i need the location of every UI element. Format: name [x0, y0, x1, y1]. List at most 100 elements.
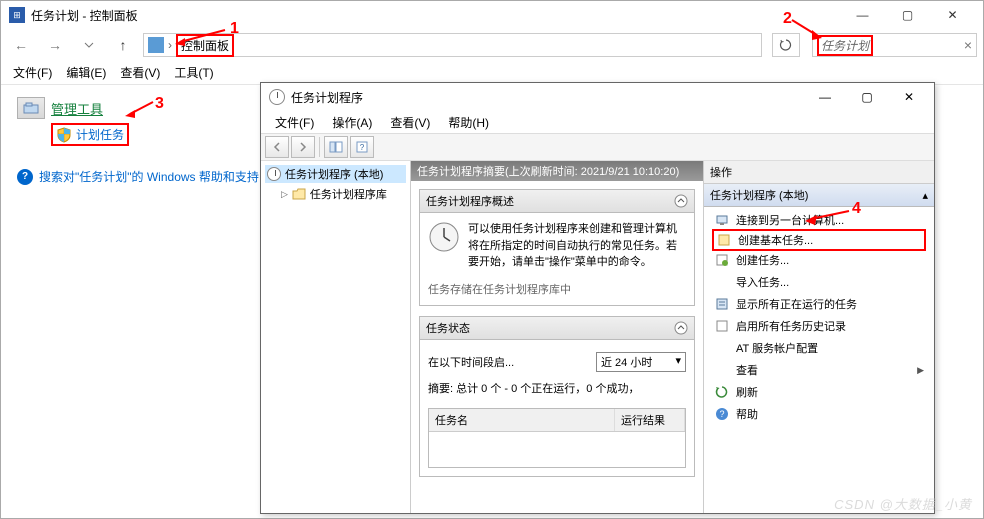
task-col-name[interactable]: 任务名: [429, 409, 615, 431]
annotation-arrow-2: [790, 18, 825, 40]
list-icon: [714, 296, 730, 312]
admin-tools-link[interactable]: 管理工具: [51, 99, 103, 118]
ts-menu-file[interactable]: 文件(F): [267, 112, 322, 133]
nav-forward-button[interactable]: →: [41, 31, 69, 59]
admin-tools-icon: [17, 97, 45, 119]
menu-file[interactable]: 文件(F): [7, 62, 58, 83]
help-icon: ?: [17, 169, 33, 185]
search-box[interactable]: 任务计划 ×: [812, 33, 977, 57]
action-create-basic-task[interactable]: 创建基本任务...: [712, 229, 926, 251]
cp-minimize-button[interactable]: —: [840, 1, 885, 29]
ts-menu-help[interactable]: 帮助(H): [440, 112, 497, 133]
breadcrumb-sep: ›: [168, 38, 172, 52]
status-panel: 任务状态 在以下时间段启... 近 24 小时 ▾ 摘要: 总计 0 个 - 0…: [419, 316, 695, 477]
toolbar-back-button[interactable]: [265, 136, 289, 158]
history-icon: [714, 318, 730, 334]
toolbar-help-button[interactable]: ?: [350, 136, 374, 158]
status-period-select[interactable]: 近 24 小时 ▾: [596, 352, 686, 372]
action-create-task[interactable]: 创建任务...: [704, 249, 934, 271]
svg-text:?: ?: [360, 143, 365, 152]
help-link-text: 搜索对"任务计划"的 Windows 帮助和支持: [39, 168, 259, 185]
annotation-4: 4: [852, 200, 861, 218]
ts-titlebar: 任务计划程序 — ▢ ✕: [261, 83, 934, 111]
refresh-icon: [779, 38, 793, 52]
toolbar-properties-button[interactable]: [324, 136, 348, 158]
cp-nav-bar: ← → ↑ › 控制面板 任务计划 ×: [1, 29, 983, 61]
menu-tools[interactable]: 工具(T): [168, 62, 219, 83]
ts-title: 任务计划程序: [291, 89, 363, 106]
actions-title: 操作: [704, 161, 934, 184]
svg-text:?: ?: [719, 409, 724, 419]
tree-root-node[interactable]: 任务计划程序 (本地): [265, 165, 406, 183]
menu-view[interactable]: 查看(V): [114, 62, 166, 83]
overview-text: 可以使用任务计划程序来创建和管理计算机将在所指定的时间自动执行的常见任务。若要开…: [468, 221, 686, 271]
status-period-label: 在以下时间段启...: [428, 354, 514, 370]
chevron-right-icon: ▶: [917, 365, 924, 376]
collapse-icon[interactable]: [674, 194, 688, 208]
schedule-tasks-link-wrap[interactable]: 计划任务: [51, 123, 129, 146]
action-show-running[interactable]: 显示所有正在运行的任务: [704, 293, 934, 315]
ts-maximize-button[interactable]: ▢: [846, 84, 888, 110]
tree-expander-icon[interactable]: ▷: [281, 189, 288, 200]
overview-panel: 任务计划程序概述 可以使用任务计划程序来创建和管理计算机将在所指定的时间自动执行…: [419, 189, 695, 306]
action-refresh[interactable]: 刷新: [704, 381, 934, 403]
ts-close-button[interactable]: ✕: [888, 84, 930, 110]
task-icon: [716, 232, 732, 248]
ts-toolbar: ?: [261, 133, 934, 161]
annotation-arrow-4: [805, 207, 853, 225]
overview-footer: 任务存储在任务计划程序库中: [428, 281, 686, 297]
action-help[interactable]: ? 帮助: [704, 403, 934, 425]
folder-icon: [292, 188, 306, 200]
menu-edit[interactable]: 编辑(E): [60, 62, 112, 83]
annotation-arrow-3: [125, 100, 155, 118]
watermark: CSDN @大数据_小黄: [834, 494, 972, 513]
overview-title: 任务计划程序概述: [426, 193, 514, 209]
refresh-icon: [714, 384, 730, 400]
chevron-up-icon: ▴: [922, 189, 928, 202]
nav-history-dropdown[interactable]: [75, 31, 103, 59]
clock-icon: [269, 89, 285, 105]
schedule-tasks-link[interactable]: 计划任务: [76, 126, 124, 143]
search-clear-button[interactable]: ×: [964, 37, 972, 53]
search-input[interactable]: 任务计划: [817, 35, 873, 56]
help-icon: ?: [714, 406, 730, 422]
view-icon: [714, 362, 730, 378]
task-list: 任务名 运行结果: [428, 408, 686, 468]
action-import-task[interactable]: 导入任务...: [704, 271, 934, 293]
task-icon: [714, 252, 730, 268]
annotation-1: 1: [230, 20, 239, 38]
ts-menu-action[interactable]: 操作(A): [324, 112, 380, 133]
task-col-result[interactable]: 运行结果: [615, 409, 685, 431]
cp-titlebar: ⊞ 任务计划 - 控制面板 — ▢ ✕: [1, 1, 983, 29]
actions-section-header[interactable]: 任务计划程序 (本地) ▴: [704, 184, 934, 207]
toolbar-forward-button[interactable]: [291, 136, 315, 158]
toolbar-separator: [319, 137, 320, 157]
action-enable-history[interactable]: 启用所有任务历史记录: [704, 315, 934, 337]
ts-minimize-button[interactable]: —: [804, 84, 846, 110]
ts-menubar: 文件(F) 操作(A) 查看(V) 帮助(H): [261, 111, 934, 133]
tree-root-label: 任务计划程序 (本地): [285, 166, 383, 182]
status-title: 任务状态: [426, 320, 470, 336]
status-summary: 摘要: 总计 0 个 - 0 个正在运行，0 个成功，: [428, 376, 686, 400]
computer-icon: [714, 212, 730, 228]
cp-close-button[interactable]: ✕: [930, 1, 975, 29]
ts-center-panel: 任务计划程序摘要(上次刷新时间: 2021/9/21 10:10:20) 任务计…: [411, 161, 704, 513]
import-icon: [714, 274, 730, 290]
cp-app-icon: ⊞: [9, 7, 25, 23]
collapse-icon[interactable]: [674, 321, 688, 335]
action-at-config[interactable]: AT 服务帐户配置: [704, 337, 934, 359]
cp-maximize-button[interactable]: ▢: [885, 1, 930, 29]
annotation-arrow-1: [175, 28, 230, 46]
nav-up-button[interactable]: ↑: [109, 31, 137, 59]
shield-icon: [56, 127, 72, 143]
task-scheduler-window: 任务计划程序 — ▢ ✕ 文件(F) 操作(A) 查看(V) 帮助(H) ? 任…: [260, 82, 935, 514]
config-icon: [714, 340, 730, 356]
clock-large-icon: [428, 221, 460, 253]
tree-library-label: 任务计划程序库: [310, 186, 387, 202]
chevron-down-icon: ▾: [675, 354, 681, 367]
nav-back-button[interactable]: ←: [7, 31, 35, 59]
ts-menu-view[interactable]: 查看(V): [382, 112, 438, 133]
action-view[interactable]: 查看 ▶: [704, 359, 934, 381]
addr-icon: [148, 37, 164, 53]
tree-library-node[interactable]: ▷ 任务计划程序库: [279, 185, 406, 203]
